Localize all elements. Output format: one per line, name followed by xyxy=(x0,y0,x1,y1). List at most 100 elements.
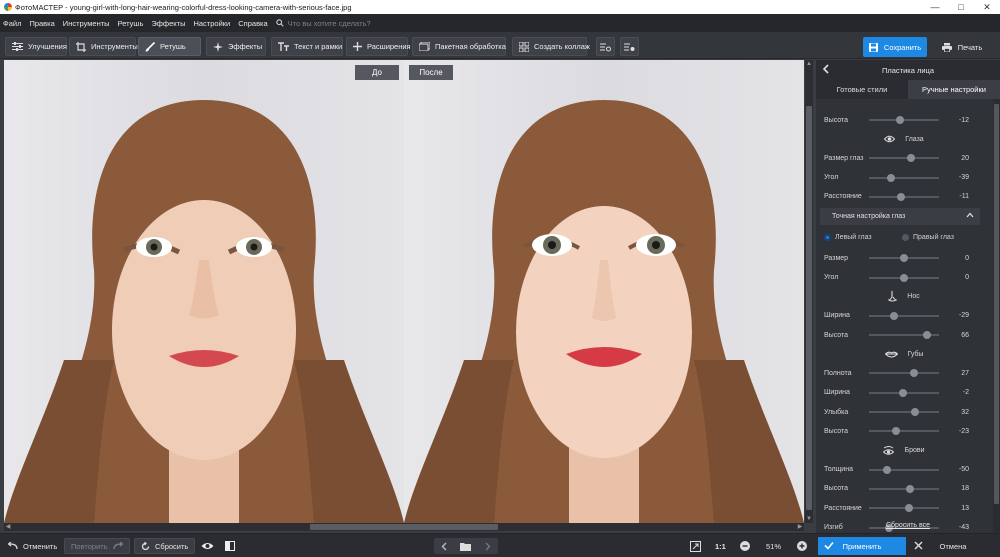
canvas-horizontal-scrollbar[interactable]: ◀ ▶ xyxy=(4,523,804,531)
tab-extensions[interactable]: Расширения xyxy=(346,37,411,56)
tab-tools[interactable]: Инструменты xyxy=(69,37,138,56)
slider-track[interactable] xyxy=(869,369,939,378)
slider-knob[interactable] xyxy=(909,369,918,378)
horizontal-scroll-thumb[interactable] xyxy=(310,524,498,530)
zoom-out-button[interactable] xyxy=(740,538,755,554)
layers-down-button[interactable] xyxy=(596,37,615,56)
tab-text-frames[interactable]: Текст и рамки xyxy=(271,37,343,56)
canvas-vertical-scrollbar[interactable]: ▲ ▼ xyxy=(805,60,813,523)
reset-all-link[interactable]: Сбросить все xyxy=(816,522,1000,533)
create-collage-button[interactable]: Создать коллаж xyxy=(512,37,590,56)
slider-track[interactable] xyxy=(869,331,939,340)
panel-scrollbar[interactable] xyxy=(993,99,1000,533)
fit-screen-button[interactable] xyxy=(690,538,706,554)
next-icon[interactable] xyxy=(485,542,491,551)
close-icon[interactable]: ✕ xyxy=(974,0,1000,14)
chevron-up-icon[interactable] xyxy=(966,212,974,220)
slider-knob[interactable] xyxy=(896,192,905,201)
scroll-up-icon[interactable]: ▲ xyxy=(805,60,813,68)
menu-settings[interactable]: Настройки xyxy=(189,19,234,28)
slider-label: Высота xyxy=(824,427,849,435)
preview-toggle-button[interactable] xyxy=(201,538,219,554)
menu-tools[interactable]: Инструменты xyxy=(59,19,114,28)
slider-value: -39 xyxy=(958,174,969,182)
after-label[interactable]: После xyxy=(409,65,453,80)
previous-icon[interactable] xyxy=(441,542,447,551)
scroll-down-icon[interactable]: ▼ xyxy=(805,515,813,523)
slider-track[interactable] xyxy=(869,427,939,436)
menu-help[interactable]: Справка xyxy=(234,19,271,28)
tab-extensions-label: Расширения xyxy=(367,42,411,51)
tab-ready-styles[interactable]: Готовые стили xyxy=(816,80,908,99)
save-button[interactable]: Сохранить xyxy=(863,37,927,57)
undo-label: Отменить xyxy=(23,541,58,551)
slider-knob[interactable] xyxy=(900,254,908,263)
slider-track[interactable] xyxy=(869,273,939,282)
zoom-in-button[interactable] xyxy=(797,538,812,554)
panel-title: Пластика лица xyxy=(881,65,935,75)
tab-enhancements[interactable]: Улучшения xyxy=(5,37,67,56)
minimize-icon[interactable]: — xyxy=(922,0,948,14)
before-label[interactable]: До xyxy=(355,65,399,80)
eye-icon xyxy=(201,543,214,549)
slider-knob[interactable] xyxy=(923,331,932,340)
folder-icon[interactable] xyxy=(460,542,472,551)
slider-knob[interactable] xyxy=(899,388,908,397)
slider-track[interactable] xyxy=(869,484,939,493)
slider-track[interactable] xyxy=(869,311,939,320)
slider-knob[interactable] xyxy=(882,465,891,474)
slider-knob[interactable] xyxy=(900,273,908,282)
slider-knob[interactable] xyxy=(890,311,899,320)
panel-scroll-thumb[interactable] xyxy=(994,104,999,504)
zoom-in-icon xyxy=(797,541,807,551)
compare-button[interactable] xyxy=(225,538,240,554)
slider-track[interactable] xyxy=(869,465,939,474)
menu-retouch[interactable]: Ретушь xyxy=(114,19,148,28)
slider-knob[interactable] xyxy=(906,484,915,493)
slider-track[interactable] xyxy=(869,116,939,124)
actual-size-button[interactable]: 1:1 xyxy=(715,538,726,554)
radio-left-eye[interactable]: Левый глаз xyxy=(824,234,872,242)
slider-track[interactable] xyxy=(869,173,939,182)
menu-effects[interactable]: Эффекты xyxy=(147,19,189,28)
slider-knob[interactable] xyxy=(911,408,920,416)
back-arrow-icon[interactable] xyxy=(822,64,830,74)
print-button[interactable]: Печать xyxy=(932,37,992,57)
redo-button[interactable]: Повторить xyxy=(64,538,130,554)
slider-track[interactable] xyxy=(869,192,939,201)
tab-effects[interactable]: Эффекты xyxy=(206,37,266,56)
layers-up-button[interactable] xyxy=(620,37,639,56)
slider-track[interactable] xyxy=(869,408,939,416)
tab-retouch[interactable]: Ретушь xyxy=(138,37,201,56)
vertical-scroll-thumb[interactable] xyxy=(806,106,812,510)
zoom-level: 51% xyxy=(766,541,782,551)
section-eye: Глаза xyxy=(816,132,992,146)
slider-knob[interactable] xyxy=(892,427,901,436)
fine-eye-tuning-header[interactable]: Точная настройка глаз xyxy=(820,208,980,226)
apply-button[interactable]: Применить xyxy=(818,537,906,555)
tab-manual-settings[interactable]: Ручные настройки xyxy=(908,80,1000,99)
slider-knob[interactable] xyxy=(886,173,895,182)
batch-processing-button[interactable]: Пакетная обработка xyxy=(412,37,506,56)
crop-icon xyxy=(76,41,86,52)
menu-file[interactable]: Файл xyxy=(0,19,25,28)
menu-edit[interactable]: Правка xyxy=(25,19,58,28)
slider-knob[interactable] xyxy=(907,154,915,163)
photo-canvas[interactable]: До После xyxy=(4,60,804,523)
batch-processing-label: Пакетная обработка xyxy=(435,42,506,51)
scroll-left-icon[interactable]: ◀ xyxy=(4,523,12,531)
cancel-button[interactable]: Отмена xyxy=(906,537,1000,555)
slider-knob[interactable] xyxy=(895,116,904,124)
scroll-right-icon[interactable]: ▶ xyxy=(796,523,804,531)
slider-track[interactable] xyxy=(869,388,939,397)
undo-button[interactable]: Отменить xyxy=(8,538,57,554)
reset-button[interactable]: Сбросить xyxy=(134,538,196,554)
slider-track[interactable] xyxy=(869,154,939,163)
radio-right-eye[interactable]: Правый глаз xyxy=(902,234,954,242)
maximize-icon[interactable]: □ xyxy=(948,0,974,14)
menu-search[interactable]: Что вы хотите сделать? xyxy=(275,19,371,28)
slider-knob[interactable] xyxy=(904,504,913,513)
floppy-icon xyxy=(868,42,878,52)
slider-track[interactable] xyxy=(869,504,939,513)
slider-track[interactable] xyxy=(869,254,939,263)
